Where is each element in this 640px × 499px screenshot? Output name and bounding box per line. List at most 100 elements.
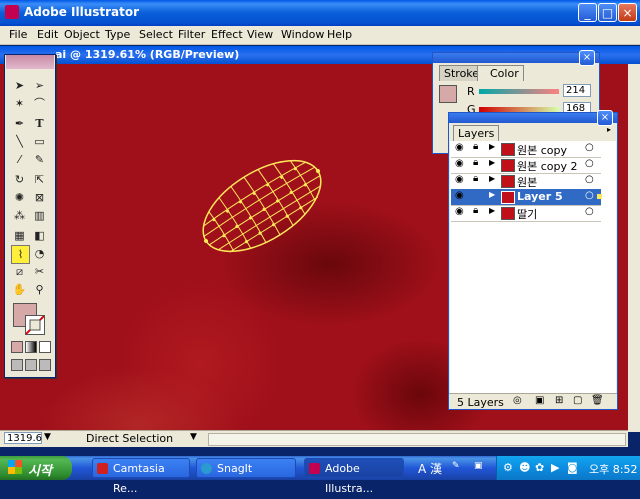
layer-row[interactable]: ◉ 🔒︎ ▶ 원본 copy ○ <box>451 141 601 158</box>
menu-filter[interactable]: Filter <box>178 28 205 41</box>
expand-triangle-icon[interactable]: ▶ <box>489 206 495 215</box>
color-mode-icon[interactable] <box>11 341 23 353</box>
zoom-tool-icon[interactable]: ⚲ <box>31 281 48 298</box>
ime-indicator[interactable]: A 漢 <box>418 460 442 477</box>
full-screen-menu-mode-icon[interactable] <box>25 359 37 371</box>
expand-triangle-icon[interactable]: ▶ <box>489 174 495 183</box>
warp-tool-icon[interactable]: ✺ <box>11 189 28 206</box>
standard-screen-mode-icon[interactable] <box>11 359 23 371</box>
gradient-mode-icon[interactable] <box>25 341 37 353</box>
tray-icon[interactable]: ▶ <box>551 461 559 474</box>
layer-row-selected[interactable]: ◉ ▶ Layer 5 ○ <box>451 189 602 206</box>
menu-view[interactable]: View <box>247 28 273 41</box>
color-panel-titlebar[interactable] <box>433 53 599 63</box>
rotate-tool-icon[interactable]: ↻ <box>11 171 28 188</box>
target-circle-icon[interactable]: ○ <box>585 190 594 201</box>
locate-object-icon[interactable]: ◎ <box>513 395 522 406</box>
gradient-tool-icon[interactable]: ◧ <box>31 227 48 244</box>
type-tool-icon[interactable]: T <box>31 115 48 132</box>
pen-tool-icon[interactable]: ✒ <box>11 115 28 132</box>
ime-toolbar-icon[interactable]: ✎ <box>452 461 462 473</box>
menu-object[interactable]: Object <box>64 28 100 41</box>
color-panel-close-button[interactable]: × <box>579 50 595 66</box>
r-slider[interactable] <box>479 89 559 94</box>
lock-icon[interactable]: 🔒︎ <box>473 141 478 152</box>
tray-icon[interactable]: ⚙ <box>503 461 513 474</box>
lasso-tool-icon[interactable]: ⌒ <box>31 95 48 112</box>
tab-color[interactable]: Color <box>477 65 524 81</box>
menu-file[interactable]: File <box>9 28 27 41</box>
full-screen-mode-icon[interactable] <box>39 359 51 371</box>
vertical-scrollbar[interactable] <box>628 64 640 432</box>
slice-tool-icon[interactable]: ⧄ <box>11 263 28 280</box>
eyedropper-tool-icon[interactable]: ⌇ <box>11 245 30 264</box>
zoom-dropdown-icon[interactable]: ▼ <box>44 432 51 442</box>
rectangle-tool-icon[interactable]: ▭ <box>31 133 48 150</box>
trash-icon[interactable]: 🗑︎ <box>591 395 604 406</box>
none-mode-icon[interactable] <box>39 341 51 353</box>
layers-panel-titlebar[interactable] <box>449 113 617 123</box>
layer-name[interactable]: 원본 <box>517 174 537 190</box>
paintbrush-tool-icon[interactable]: ⁄ <box>11 151 28 168</box>
task-snagit[interactable]: SnagIt <box>196 458 296 478</box>
menu-select[interactable]: Select <box>139 28 173 41</box>
menu-window[interactable]: Window <box>281 28 324 41</box>
layer-row[interactable]: ◉ 🔒︎ ▶ 딸기 ○ <box>451 205 601 222</box>
scissors-tool-icon[interactable]: ✂ <box>31 263 48 280</box>
new-sublayer-icon[interactable]: ⊞ <box>555 395 563 406</box>
visibility-eye-icon[interactable]: ◉ <box>455 190 464 201</box>
new-layer-icon[interactable]: ▢ <box>573 395 582 406</box>
target-circle-icon[interactable]: ○ <box>585 158 594 169</box>
expand-triangle-icon[interactable]: ▶ <box>489 190 495 199</box>
layer-name[interactable]: Layer 5 <box>517 190 563 203</box>
horizontal-scrollbar[interactable] <box>208 433 626 446</box>
hand-tool-icon[interactable]: ✋ <box>11 281 28 298</box>
r-value-field[interactable]: 214 <box>563 84 591 97</box>
start-button[interactable]: 시작 <box>0 456 72 480</box>
tray-icon[interactable]: ◙ <box>567 461 578 474</box>
lock-icon[interactable]: 🔒︎ <box>473 173 478 184</box>
visibility-eye-icon[interactable]: ◉ <box>455 158 464 169</box>
line-tool-icon[interactable]: ╲ <box>11 133 28 150</box>
layer-name[interactable]: 딸기 <box>517 206 537 222</box>
magic-wand-tool-icon[interactable]: ✶ <box>11 95 28 112</box>
window-title-bar[interactable]: Adobe Illustrator _ □ × <box>0 0 640 26</box>
layer-row[interactable]: ◉ 🔒︎ ▶ 원본 copy 2 ○ <box>451 157 601 174</box>
target-circle-icon[interactable]: ○ <box>585 142 594 153</box>
layers-panel-menu-icon[interactable]: ▸ <box>607 125 615 135</box>
ime-menu-icon[interactable]: ▣ <box>474 461 488 473</box>
scale-tool-icon[interactable]: ⇱ <box>31 171 48 188</box>
layer-row[interactable]: ◉ 🔒︎ ▶ 원본 ○ <box>451 173 601 190</box>
task-illustrator[interactable]: Adobe Illustra... <box>304 458 404 495</box>
zoom-field[interactable]: 1319.6 <box>4 432 42 444</box>
selection-indicator-icon[interactable] <box>597 194 602 199</box>
blend-tool-icon[interactable]: ◔ <box>31 245 48 262</box>
menu-edit[interactable]: Edit <box>37 28 58 41</box>
menu-effect[interactable]: Effect <box>211 28 243 41</box>
close-button[interactable]: × <box>618 3 637 22</box>
layers-panel-close-button[interactable]: × <box>597 110 613 126</box>
expand-triangle-icon[interactable]: ▶ <box>489 142 495 151</box>
expand-triangle-icon[interactable]: ▶ <box>489 158 495 167</box>
visibility-eye-icon[interactable]: ◉ <box>455 174 464 185</box>
color-fill-swatch[interactable] <box>439 85 457 103</box>
stroke-swatch[interactable] <box>25 315 45 335</box>
pencil-tool-icon[interactable]: ✎ <box>31 151 48 168</box>
selection-tool-icon[interactable]: ➤ <box>11 77 28 94</box>
target-circle-icon[interactable]: ○ <box>585 174 594 185</box>
visibility-eye-icon[interactable]: ◉ <box>455 206 464 217</box>
tab-layers[interactable]: Layers <box>453 125 500 141</box>
visibility-eye-icon[interactable]: ◉ <box>455 142 464 153</box>
task-camtasia[interactable]: Camtasia Re... <box>92 458 190 495</box>
lock-icon[interactable]: 🔒︎ <box>473 205 478 216</box>
tray-icon[interactable]: ☻ <box>519 461 530 474</box>
mesh-tool-icon[interactable]: ▦ <box>11 227 28 244</box>
menu-type[interactable]: Type <box>105 28 130 41</box>
free-transform-tool-icon[interactable]: ⊠ <box>31 189 48 206</box>
target-circle-icon[interactable]: ○ <box>585 206 594 217</box>
menu-help[interactable]: Help <box>327 28 352 41</box>
graph-tool-icon[interactable]: ▥ <box>31 207 48 224</box>
maximize-button[interactable]: □ <box>598 3 617 22</box>
status-dropdown-icon[interactable]: ▼ <box>190 432 197 442</box>
minimize-button[interactable]: _ <box>578 3 597 22</box>
